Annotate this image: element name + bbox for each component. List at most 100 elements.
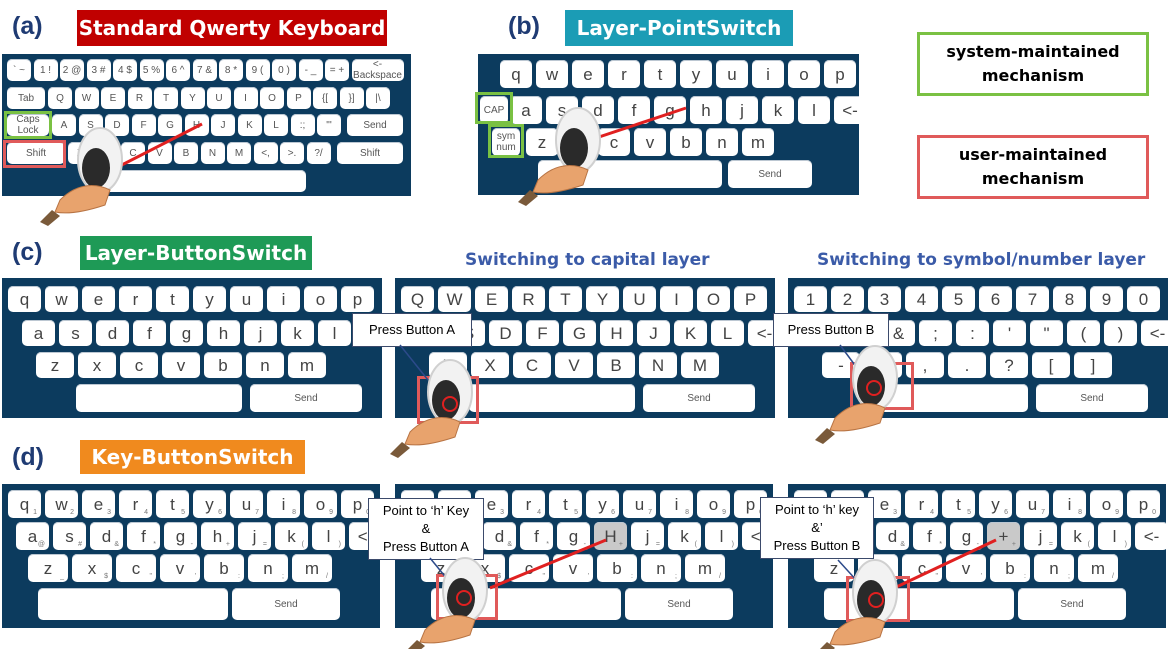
key-G[interactable]: G xyxy=(158,114,182,136)
key-0[interactable]: ` ~ xyxy=(7,59,31,81)
key-y[interactable]: y6 xyxy=(586,490,619,518)
key-7[interactable]: i xyxy=(267,286,300,312)
key-0[interactable]: 1 xyxy=(794,286,827,312)
key-T[interactable]: T xyxy=(154,87,178,109)
key-h[interactable]: + + xyxy=(987,522,1020,550)
key-h[interactable]: h xyxy=(690,96,722,124)
key-<-[interactable]: <- xyxy=(1135,522,1166,550)
key-M[interactable]: M xyxy=(227,142,251,164)
key-r2-1[interactable]: s xyxy=(59,320,92,346)
key-r3-5[interactable]: [ xyxy=(1032,352,1070,378)
key-q[interactable]: q xyxy=(500,60,532,88)
key-k[interactable]: k( xyxy=(275,522,308,550)
key-f[interactable]: f * xyxy=(127,522,160,550)
key-2[interactable]: e xyxy=(82,286,115,312)
key-11[interactable]: - _ xyxy=(298,59,323,81)
key-?/[interactable]: ?/ xyxy=(306,142,331,164)
key-r2-4[interactable]: G xyxy=(563,320,596,346)
key-c[interactable]: c xyxy=(598,128,630,156)
key-l[interactable]: l) xyxy=(1098,522,1131,550)
key-r2-5[interactable]: H xyxy=(600,320,633,346)
key-6[interactable]: U xyxy=(623,286,656,312)
key-r2-8[interactable]: l xyxy=(318,320,351,346)
key-r3-4[interactable]: B xyxy=(597,352,635,378)
key-"'[interactable]: "' xyxy=(317,114,341,136)
key-5[interactable]: 5 % xyxy=(139,59,164,81)
key-9[interactable]: 0 xyxy=(1127,286,1160,312)
key-k[interactable]: k xyxy=(762,96,794,124)
key-m[interactable]: m / xyxy=(292,554,332,582)
key-q[interactable]: q1 xyxy=(8,490,41,518)
key-8[interactable]: o xyxy=(304,286,337,312)
key-e[interactable]: e3 xyxy=(82,490,115,518)
key-r2-2[interactable]: d xyxy=(96,320,129,346)
key->.[interactable]: >. xyxy=(280,142,304,164)
key-1[interactable]: 2 xyxy=(831,286,864,312)
key-|\[interactable]: |\ xyxy=(366,87,390,109)
key-V[interactable]: V xyxy=(147,142,172,164)
key-3[interactable]: r xyxy=(119,286,152,312)
key-1[interactable]: 1 ! xyxy=(33,59,58,81)
key-r3-5[interactable]: n xyxy=(246,352,284,378)
key-d[interactable]: d & xyxy=(876,522,909,550)
key-7[interactable]: I xyxy=(660,286,693,312)
key-j[interactable]: j = xyxy=(238,522,271,550)
key-r2-9[interactable]: <- xyxy=(1141,320,1168,346)
key-8[interactable]: 8 * xyxy=(219,59,243,81)
key-n[interactable]: n; xyxy=(248,554,288,582)
key-w[interactable]: w2 xyxy=(45,490,78,518)
key-o[interactable]: o xyxy=(788,60,820,88)
key-tab[interactable]: Tab xyxy=(7,87,45,109)
key-space[interactable] xyxy=(538,160,722,188)
key-r3-4[interactable]: ? xyxy=(990,352,1028,378)
key-f[interactable]: f xyxy=(618,96,650,124)
key-r3-3[interactable]: v xyxy=(162,352,200,378)
key-r3-1[interactable]: x xyxy=(78,352,116,378)
key-N[interactable]: N xyxy=(200,142,225,164)
key-E[interactable]: E xyxy=(101,87,125,109)
key-H[interactable]: H xyxy=(184,114,209,136)
key-:;[interactable]: :; xyxy=(290,114,315,136)
key-d[interactable]: d & xyxy=(90,522,123,550)
key-S[interactable]: S xyxy=(78,114,103,136)
key-y[interactable]: y6 xyxy=(979,490,1012,518)
key-shift-right[interactable]: Shift xyxy=(337,142,403,164)
key-z[interactable]: z _ xyxy=(28,554,68,582)
key-f[interactable]: f * xyxy=(913,522,946,550)
key-t[interactable]: t5 xyxy=(549,490,582,518)
key-r[interactable]: r4 xyxy=(905,490,938,518)
key-b[interactable]: b: xyxy=(990,554,1030,582)
key-Z[interactable]: Z xyxy=(68,142,92,164)
key-D[interactable]: D xyxy=(105,114,129,136)
key-p[interactable]: p xyxy=(824,60,856,88)
key-send[interactable]: Send xyxy=(728,160,812,188)
key-g[interactable]: g xyxy=(654,96,686,124)
key-m[interactable]: m / xyxy=(685,554,725,582)
key-P[interactable]: P xyxy=(286,87,311,109)
key-n[interactable]: n; xyxy=(1034,554,1074,582)
key-r3-0[interactable]: z xyxy=(36,352,74,378)
key-o[interactable]: o9 xyxy=(304,490,337,518)
key-d[interactable]: d xyxy=(582,96,614,124)
key-1[interactable]: w xyxy=(45,286,78,312)
key-send[interactable]: Send xyxy=(625,588,733,620)
key-r3-2[interactable]: c xyxy=(120,352,158,378)
key-v[interactable]: v xyxy=(634,128,666,156)
key-r2-5[interactable]: ' xyxy=(993,320,1026,346)
key-5[interactable]: 6 xyxy=(979,286,1012,312)
key-m[interactable]: m / xyxy=(1078,554,1118,582)
key-h[interactable]: H + xyxy=(594,522,627,550)
key-K[interactable]: K xyxy=(237,114,262,136)
key-X[interactable]: X xyxy=(94,142,119,164)
key-send[interactable]: Send xyxy=(232,588,340,620)
key-x[interactable]: x $ xyxy=(72,554,112,582)
key-r3-5[interactable]: N xyxy=(639,352,677,378)
key-0[interactable]: q xyxy=(8,286,41,312)
key-B[interactable]: B xyxy=(174,142,198,164)
key-r2-5[interactable]: h xyxy=(207,320,240,346)
key-1[interactable]: W xyxy=(438,286,471,312)
key-i[interactable]: i8 xyxy=(267,490,300,518)
key-r2-6[interactable]: j xyxy=(244,320,277,346)
key-2[interactable]: 2 @ xyxy=(60,59,84,81)
key-space[interactable] xyxy=(38,588,228,620)
